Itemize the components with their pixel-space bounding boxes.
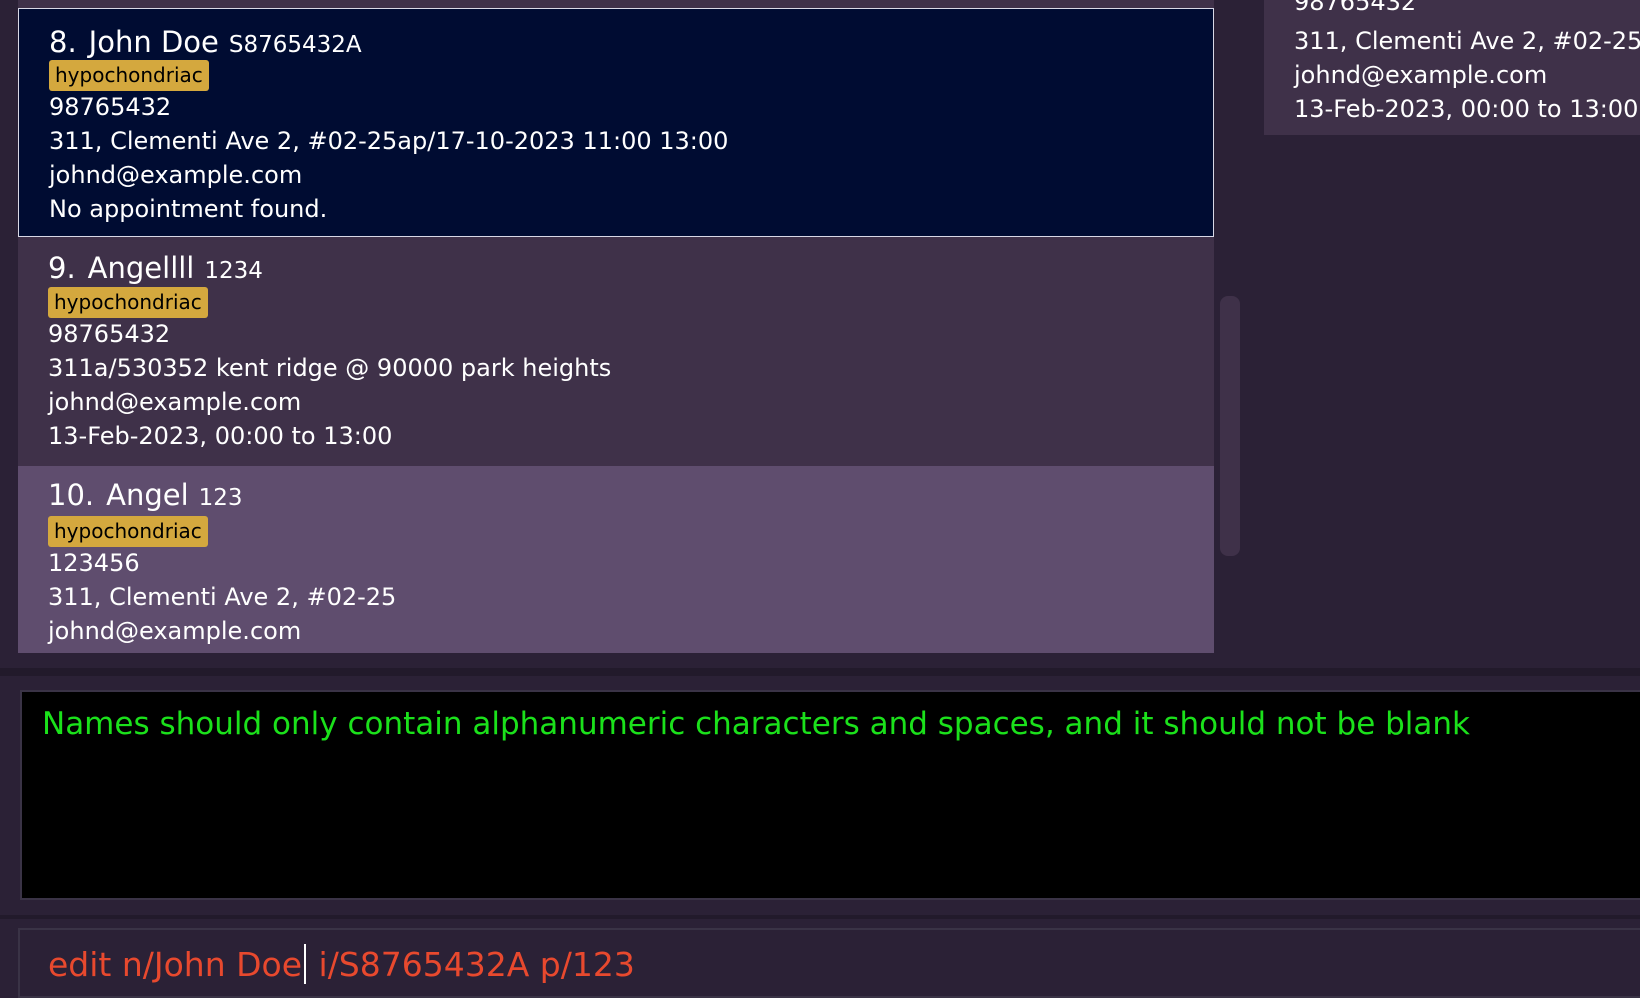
command-text-after-caret: i/S8765432A p/123	[308, 944, 635, 984]
person-email: johnd@example.com	[48, 617, 302, 645]
tag-badge: hypochondriac	[48, 287, 208, 318]
person-card[interactable]: 9. Angellll 1234 hypochondriac 98765432 …	[18, 237, 1214, 466]
person-address: 311, Clementi Ave 2, #02-25	[48, 583, 397, 611]
person-email: johnd@example.com	[49, 161, 303, 189]
detail-email: johnd@example.com	[1294, 61, 1548, 89]
detail-appointment: 13-Feb-2023, 00:00 to 13:00	[1294, 95, 1639, 123]
person-card[interactable]: 10. Angel 123 hypochondriac 123456 311, …	[18, 466, 1214, 653]
command-text-before-caret: edit n/John Doe	[48, 944, 303, 984]
card-header: 10. Angel 123	[48, 478, 243, 512]
card-index: 10.	[48, 478, 95, 512]
text-caret	[304, 944, 307, 984]
person-nric: 123	[198, 485, 243, 511]
card-index: 8.	[49, 25, 77, 59]
result-display: Names should only contain alphanumeric c…	[20, 690, 1640, 900]
list-scrollbar-thumb[interactable]	[1220, 296, 1240, 556]
person-nric: S8765432A	[228, 32, 362, 58]
card-header: 8. John Doe S8765432A	[49, 25, 362, 59]
person-appointment: No appointment found.	[49, 195, 328, 223]
person-list-panel[interactable]: 8. John Doe S8765432A hypochondriac 9876…	[18, 0, 1214, 653]
tag-badge: hypochondriac	[49, 60, 209, 91]
tag-badge: hypochondriac	[48, 516, 208, 547]
person-card-selected[interactable]: 8. John Doe S8765432A hypochondriac 9876…	[18, 8, 1214, 237]
card-header: 9. Angellll 1234	[48, 251, 263, 285]
result-message: Names should only contain alphanumeric c…	[42, 706, 1471, 742]
person-appointment: 13-Feb-2023, 00:00 to 13:00	[48, 422, 393, 450]
person-phone: 98765432	[48, 320, 171, 348]
person-nric: 1234	[204, 258, 263, 284]
person-name: Angellll	[87, 251, 195, 285]
panel-divider	[0, 668, 1640, 676]
person-phone: 123456	[48, 549, 140, 577]
command-input[interactable]: edit n/John Doe i/S8765432A p/123	[48, 944, 635, 984]
person-name: Angel	[106, 478, 189, 512]
person-address: 311, Clementi Ave 2, #02-25ap/17-10-2023…	[49, 127, 729, 155]
detail-address: 311, Clementi Ave 2, #02-25	[1294, 27, 1640, 55]
detail-phone: 98765432	[1294, 0, 1417, 16]
person-name: John Doe	[88, 25, 219, 59]
person-detail-panel: 98765432 311, Clementi Ave 2, #02-25 joh…	[1264, 0, 1640, 135]
person-email: johnd@example.com	[48, 388, 302, 416]
command-box[interactable]: edit n/John Doe i/S8765432A p/123	[18, 928, 1640, 998]
panel-divider	[0, 915, 1640, 919]
person-address: 311a/530352 kent ridge @ 90000 park heig…	[48, 354, 612, 382]
card-index: 9.	[48, 251, 76, 285]
person-phone: 98765432	[49, 93, 172, 121]
